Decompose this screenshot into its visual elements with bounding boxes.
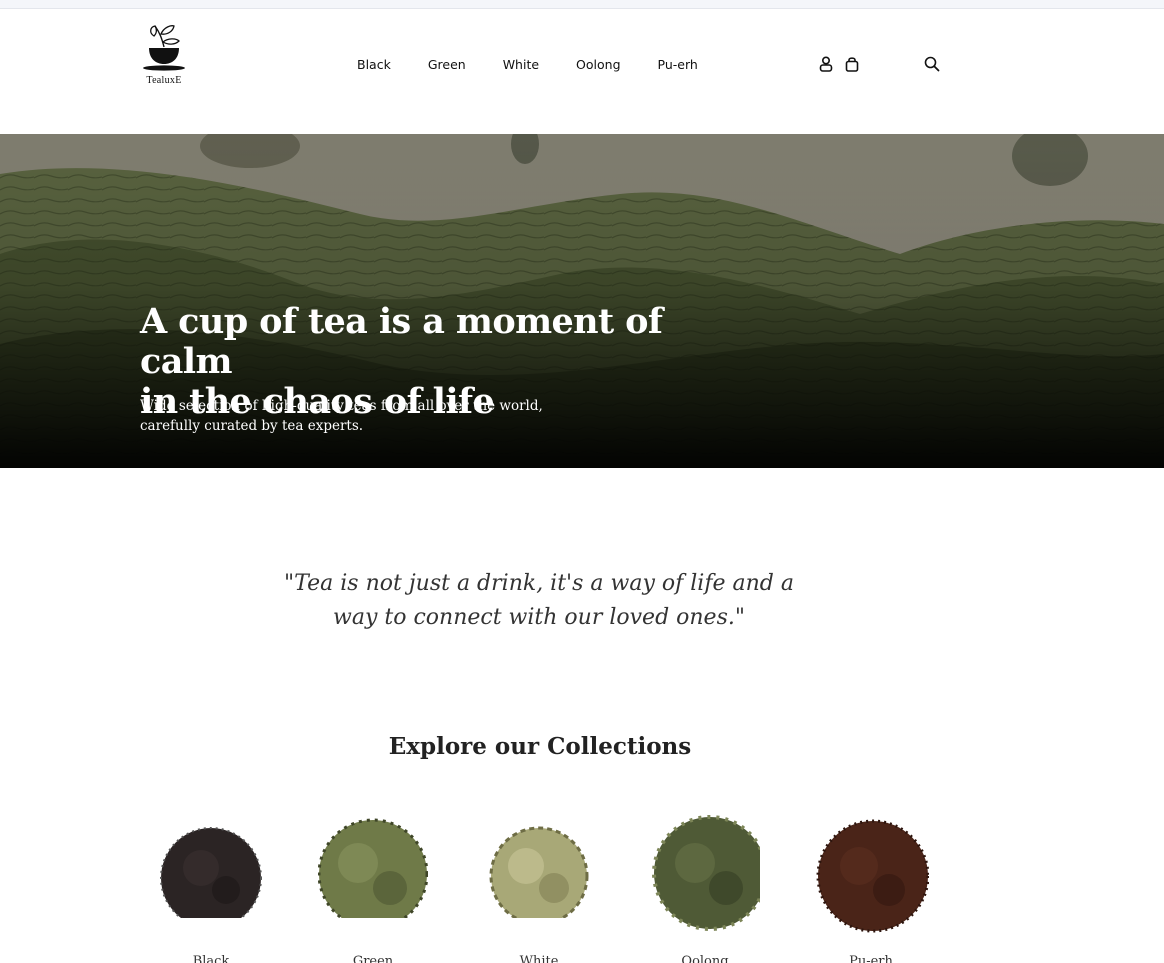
browser-top-strip bbox=[0, 0, 1164, 9]
collections-title: Explore our Collections bbox=[388, 733, 692, 760]
green-tea-leaves-image bbox=[318, 818, 428, 918]
collection-card-green[interactable]: Green bbox=[308, 808, 438, 963]
collection-card-black[interactable]: Black bbox=[146, 808, 276, 963]
collection-card-white[interactable]: White bbox=[474, 808, 604, 963]
black-tea-leaves-image bbox=[160, 827, 262, 918]
nav-item-green[interactable]: Green bbox=[428, 58, 466, 72]
collection-label-oolong: Oolong bbox=[681, 954, 729, 963]
quote-line-1: "Tea is not just a drink, it's a way of … bbox=[284, 571, 794, 596]
collection-card-pu-erh[interactable]: Pu-erh bbox=[806, 808, 936, 963]
hero-subtitle: Wide selection of high-quality teas from… bbox=[140, 396, 560, 436]
pu-erh-tea-leaves-image bbox=[816, 819, 929, 933]
quote-line-2: way to connect with our loved ones." bbox=[333, 605, 745, 630]
collection-label-green: Green bbox=[352, 954, 394, 963]
hero-subtitle-line-1: Wide selection of high-quality teas from… bbox=[140, 398, 543, 414]
cart-button[interactable] bbox=[843, 55, 861, 73]
account-button[interactable] bbox=[817, 55, 835, 73]
collection-label-pu-erh: Pu-erh bbox=[849, 954, 893, 963]
hero-banner: A cup of tea is a moment of calm in the … bbox=[0, 134, 1164, 468]
hero-subtitle-line-2: carefully curated by tea experts. bbox=[140, 418, 364, 434]
search-button[interactable] bbox=[923, 55, 941, 73]
nav-item-oolong[interactable]: Oolong bbox=[576, 58, 620, 72]
user-icon bbox=[819, 56, 833, 72]
tea-quote: "Tea is not just a drink, it's a way of … bbox=[282, 567, 796, 635]
collection-label-black: Black bbox=[192, 954, 230, 963]
collection-card-oolong[interactable]: Oolong bbox=[640, 808, 770, 963]
teacup-logo-icon bbox=[143, 25, 185, 71]
brand-name: TealuxE bbox=[146, 75, 182, 86]
site-header: TealuxE Black Green White Oolong Pu-erh bbox=[0, 10, 1164, 134]
oolong-tea-leaves-image bbox=[652, 815, 760, 931]
main-nav: Black Green White Oolong Pu-erh bbox=[357, 58, 735, 72]
shopping-bag-icon bbox=[845, 57, 859, 72]
hero-title-line-1: A cup of tea is a moment of calm bbox=[140, 301, 663, 382]
nav-item-pu-erh[interactable]: Pu-erh bbox=[658, 58, 698, 72]
white-tea-leaves-image bbox=[489, 826, 589, 918]
nav-item-white[interactable]: White bbox=[503, 58, 539, 72]
nav-item-black[interactable]: Black bbox=[357, 58, 391, 72]
collection-label-white: White bbox=[519, 954, 559, 963]
search-icon bbox=[924, 56, 940, 72]
brand-logo[interactable]: TealuxE bbox=[138, 17, 190, 89]
